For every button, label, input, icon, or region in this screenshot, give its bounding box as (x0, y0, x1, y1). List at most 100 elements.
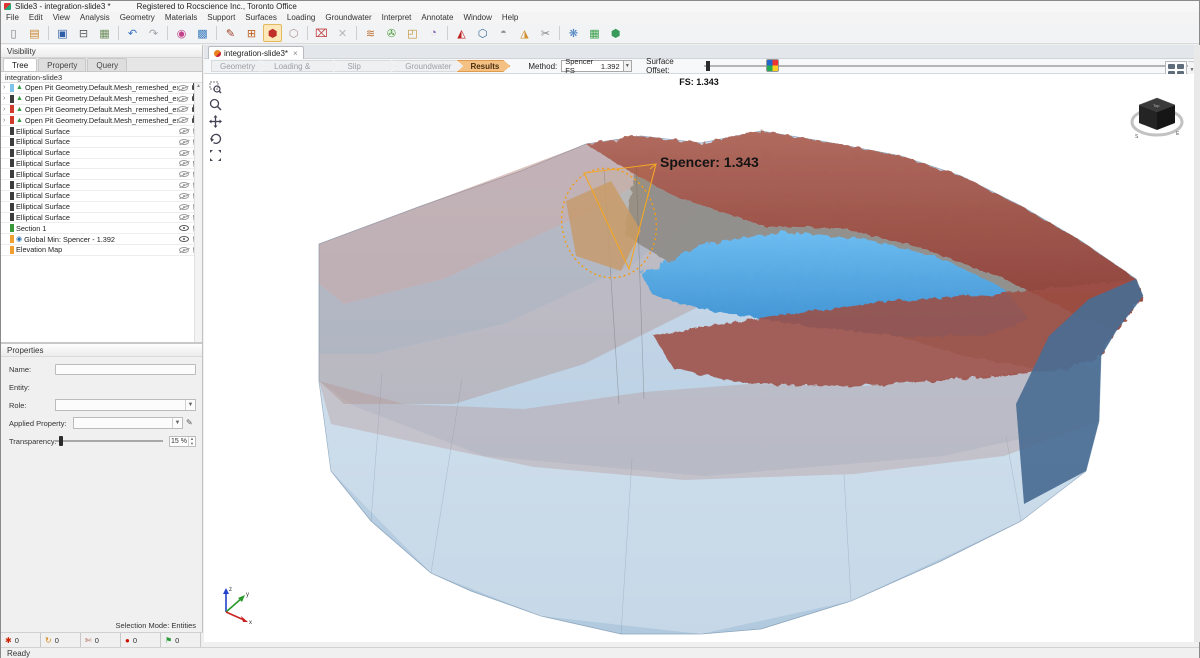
workflow-tab-slip-surfaces[interactable]: Slip Surfaces (334, 60, 398, 72)
menu-item-annotate[interactable]: Annotate (416, 12, 458, 23)
menu-item-view[interactable]: View (48, 12, 75, 23)
eye-hidden-icon[interactable] (179, 204, 189, 210)
toolbar-button-materials[interactable]: ≋ (361, 24, 380, 42)
view-cube[interactable]: Top S E (1130, 92, 1184, 142)
slider-thumb[interactable] (706, 61, 710, 71)
toolbar-button-print[interactable]: ⊟ (74, 24, 93, 42)
tree-row[interactable]: ›▲Open Pit Geometry.Default.Mesh_remeshe… (1, 94, 202, 105)
toolbar-button-compute-settings[interactable]: ❋ (564, 24, 583, 42)
transparency-slider[interactable] (55, 440, 163, 442)
tree-scrollbar[interactable]: ▲ (194, 83, 202, 342)
toolbar-button-compute[interactable]: ⊞ (242, 24, 261, 42)
workflow-tab-geometry[interactable]: Geometry (211, 60, 266, 72)
chevron-down-icon[interactable]: ▼ (624, 60, 633, 72)
toolbar-button-render-scene[interactable]: ▩ (193, 24, 212, 42)
applied-property-dropdown[interactable]: ▼ (73, 417, 183, 429)
tree-row[interactable]: Elliptical Surface (1, 137, 202, 148)
menu-item-window[interactable]: Window (458, 12, 496, 23)
tree-row[interactable]: Elevation Map (1, 245, 202, 256)
expander-icon[interactable]: › (3, 106, 10, 113)
tree-row[interactable]: Elliptical Surface (1, 148, 202, 159)
toolbar-button-undo[interactable]: ↶ (123, 24, 142, 42)
tree-row[interactable]: ◉Global Min: Spencer - 1.392 (1, 234, 202, 245)
toolbar-button-terrain[interactable]: ◓ (494, 24, 513, 42)
menu-item-analysis[interactable]: Analysis (75, 12, 115, 23)
3d-viewport[interactable]: FS: 1.343 (204, 74, 1194, 642)
visibility-tab-tree[interactable]: Tree (3, 58, 37, 71)
eye-hidden-icon[interactable] (179, 214, 189, 220)
expander-icon[interactable]: › (3, 84, 10, 91)
slider-thumb[interactable] (59, 436, 63, 446)
toolbar-button-export-image[interactable]: ▦ (95, 24, 114, 42)
workflow-tab-results[interactable]: Results (456, 60, 510, 72)
transparency-spinner[interactable]: 15 % ▲▼ (169, 436, 196, 447)
eye-hidden-icon[interactable] (179, 150, 189, 156)
menu-item-materials[interactable]: Materials (160, 12, 202, 23)
eye-hidden-icon[interactable] (178, 85, 188, 91)
toolbar-button-wedge[interactable]: ◮ (515, 24, 534, 42)
eye-hidden-icon[interactable] (179, 193, 189, 199)
workflow-tab-loading-support[interactable]: Loading & Support (260, 60, 339, 72)
tree-row[interactable]: Elliptical Surface (1, 169, 202, 180)
edit-pencil-icon[interactable]: ✎ (186, 418, 196, 428)
tree-row[interactable]: Elliptical Surface (1, 213, 202, 224)
eye-hidden-icon[interactable] (178, 96, 188, 102)
menu-item-help[interactable]: Help (497, 12, 523, 23)
toolbar-button-water-table[interactable]: ◔ (424, 24, 443, 42)
toolbar-button-hex-prism[interactable]: ⬡ (473, 24, 492, 42)
tree-row[interactable]: ›▲Open Pit Geometry.Default.Mesh_remeshe… (1, 105, 202, 116)
visibility-tab-property[interactable]: Property (38, 58, 86, 71)
role-dropdown[interactable]: ▼ (55, 399, 196, 411)
tree-row[interactable]: ›▲Open Pit Geometry.Default.Mesh_remeshe… (1, 83, 202, 94)
close-icon[interactable]: × (293, 49, 298, 58)
eye-hidden-icon[interactable] (179, 182, 189, 188)
3d-model[interactable]: Spencer: 1.343 (204, 74, 1194, 642)
toolbar-button-color-wheel[interactable]: ◉ (172, 24, 191, 42)
toolbar-button-show-exterior[interactable]: ⬡ (284, 24, 303, 42)
expander-icon[interactable]: › (3, 117, 10, 124)
toolbar-button-save[interactable]: ▣ (53, 24, 72, 42)
eye-hidden-icon[interactable] (179, 160, 189, 166)
tree-row[interactable]: ›▲Open Pit Geometry.Default.Mesh_remeshe… (1, 115, 202, 126)
eye-hidden-icon[interactable] (179, 139, 189, 145)
tree-row[interactable]: Elliptical Surface (1, 191, 202, 202)
name-field[interactable] (55, 364, 196, 375)
toolbar-button-results-mesh[interactable]: ⬢ (263, 24, 282, 42)
eye-hidden-icon[interactable] (178, 106, 188, 112)
tree-row[interactable]: Elliptical Surface (1, 159, 202, 170)
toolbar-button-iso-view[interactable]: ⬢ (606, 24, 625, 42)
spinner-arrows-icon[interactable]: ▲▼ (188, 437, 195, 446)
tree-row[interactable]: Elliptical Surface (1, 202, 202, 213)
eye-hidden-icon[interactable] (179, 128, 189, 134)
menu-item-file[interactable]: File (1, 12, 24, 23)
visibility-tab-query[interactable]: Query (87, 58, 127, 71)
offset-compass-icon[interactable] (766, 59, 779, 72)
menu-item-groundwater[interactable]: Groundwater (320, 12, 376, 23)
menu-item-loading[interactable]: Loading (282, 12, 320, 23)
surface-offset-slider[interactable] (704, 65, 1200, 67)
toolbar-button-texture-library[interactable]: ▤ (25, 24, 44, 42)
workflow-tab-groundwater[interactable]: Groundwater (391, 60, 462, 72)
toolbar-button-selection-lock[interactable]: ⌧ (312, 24, 331, 42)
expander-icon[interactable]: › (3, 95, 10, 102)
menu-item-interpret[interactable]: Interpret (377, 12, 417, 23)
menu-item-edit[interactable]: Edit (24, 12, 48, 23)
toolbar-button-slip-surface[interactable]: ◭ (452, 24, 471, 42)
toolbar-button-measure[interactable]: ✂ (536, 24, 555, 42)
tree-row[interactable]: Elliptical Surface (1, 126, 202, 137)
toolbar-button-contour-map[interactable]: ▦ (585, 24, 604, 42)
method-dropdown[interactable]: Spencer FS 1.392 (561, 60, 623, 72)
eye-visible-icon[interactable] (179, 225, 189, 231)
toolbar-button-redo[interactable]: ↷ (144, 24, 163, 42)
tree-row[interactable]: Section 1 (1, 223, 202, 234)
toolbar-button-selection-clear[interactable]: ✕ (333, 24, 352, 42)
eye-hidden-icon[interactable] (179, 171, 189, 177)
menu-item-surfaces[interactable]: Surfaces (240, 12, 282, 23)
document-tab[interactable]: integration-slide3* × (208, 46, 304, 59)
eye-visible-icon[interactable] (179, 236, 189, 242)
toolbar-button-loads[interactable]: ◰ (403, 24, 422, 42)
toolbar-button-new-file[interactable]: ▯ (4, 24, 23, 42)
eye-hidden-icon[interactable] (178, 117, 188, 123)
toolbar-button-edit-tool[interactable]: ✎ (221, 24, 240, 42)
eye-hidden-icon[interactable] (179, 247, 189, 253)
